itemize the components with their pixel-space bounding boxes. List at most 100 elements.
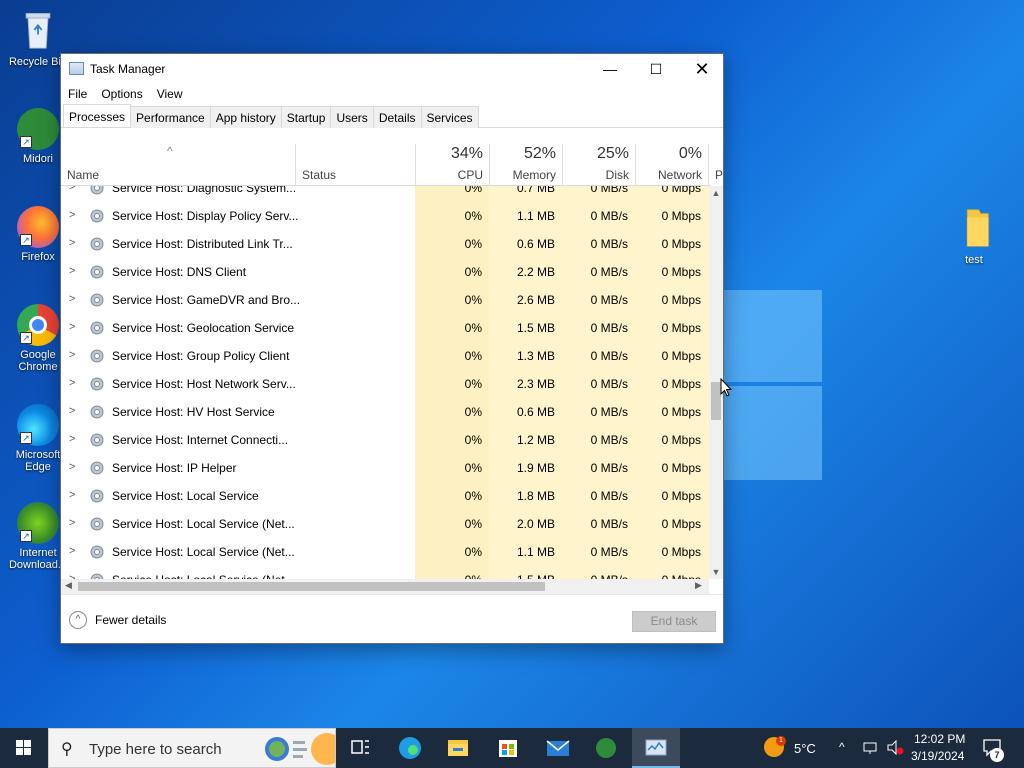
process-row[interactable]: >Service Host: Local Service (Net...0%1.… [61, 538, 709, 566]
network-icon[interactable] [862, 741, 880, 755]
process-row[interactable]: > Service Host: DNS Client 0% 2.2 MB 0 MB/s 0… [61, 258, 709, 286]
shortcut-arrow-icon: ↗ [20, 332, 32, 344]
weather-temperature[interactable]: 5°C [794, 741, 816, 756]
process-name: Service Host: GameDVR and Bro... [112, 293, 301, 307]
tab-users[interactable]: Users [330, 106, 374, 128]
expand-chevron-icon[interactable]: > [69, 461, 75, 473]
expand-chevron-icon[interactable]: > [69, 517, 75, 529]
expand-chevron-icon[interactable]: > [69, 377, 75, 389]
process-row[interactable]: > Service Host: Local Service (Net... 0% 2.… [61, 510, 709, 538]
expand-chevron-icon[interactable]: > [69, 321, 75, 333]
desktop-icon-chrome[interactable]: ↗ Google Chrome [8, 304, 68, 373]
expand-chevron-icon[interactable]: > [69, 349, 75, 361]
task-manager-icon [69, 62, 84, 75]
process-row[interactable]: > Service Host: Internet Connecti... 0% 1.2… [61, 426, 709, 454]
column-header-status[interactable]: Status [295, 144, 415, 186]
process-row[interactable]: > Service Host: Group Policy Client 0% 1.3 … [61, 342, 709, 370]
taskbar-file-explorer[interactable] [434, 728, 482, 768]
process-row[interactable]: > Service Host: Diagnostic System... 0% 0.7… [61, 186, 709, 202]
volume-muted-icon[interactable] [886, 740, 904, 756]
horizontal-scroll-thumb[interactable] [78, 582, 545, 591]
tab-app-history[interactable]: App history [209, 106, 282, 128]
process-disk: 0 MB/s [590, 349, 628, 363]
column-header-network[interactable]: 0% Network [635, 144, 708, 186]
process-row[interactable]: >Service Host: Local Service (Net...0%1.… [61, 566, 709, 579]
start-button[interactable] [0, 728, 48, 768]
taskbar-midori[interactable] [582, 728, 630, 768]
menu-options[interactable]: Options [101, 84, 142, 104]
expand-chevron-icon[interactable]: > [69, 237, 75, 249]
service-gear-icon [89, 264, 105, 280]
clock-time[interactable]: 12:02 PM [914, 732, 965, 746]
menu-view[interactable]: View [157, 84, 183, 104]
horizontal-scrollbar[interactable]: ◀ ▶ [61, 579, 709, 594]
weather-badge: 1 [776, 736, 786, 746]
taskbar-task-manager[interactable] [632, 728, 680, 768]
scroll-left-icon[interactable]: ◀ [65, 580, 72, 591]
taskbar: ⚲ Type here to search 1 5°C ^ 12:02 PM 3… [0, 728, 1024, 768]
expand-chevron-icon[interactable]: > [69, 293, 75, 305]
desktop-icon-midori[interactable]: ↗ Midori [8, 108, 68, 165]
expand-chevron-icon[interactable]: > [69, 489, 75, 501]
expand-chevron-icon[interactable]: > [69, 209, 75, 221]
show-hidden-icons-chevron-icon[interactable]: ^ [839, 740, 845, 754]
column-header-disk[interactable]: 25% Disk [562, 144, 635, 186]
menu-file[interactable]: File [68, 84, 87, 104]
desktop-icon-firefox[interactable]: ↗ Firefox [8, 206, 68, 263]
expand-chevron-icon[interactable]: > [69, 405, 75, 417]
tab-processes[interactable]: Processes [63, 104, 132, 127]
process-row[interactable]: > Service Host: Local Service 0% 1.8 MB 0 MB… [61, 482, 709, 510]
taskbar-edge[interactable] [386, 728, 434, 768]
taskbar-store[interactable] [484, 728, 532, 768]
process-name: Service Host: Host Network Serv... [112, 377, 296, 391]
tab-startup[interactable]: Startup [280, 106, 332, 128]
taskbar-search-box[interactable]: ⚲ Type here to search [48, 728, 336, 768]
process-row[interactable]: > Service Host: Distributed Link Tr... 0% 0… [61, 230, 709, 258]
column-header-memory[interactable]: 52% Memory [489, 144, 562, 186]
desktop-icon-test-folder[interactable]: test [944, 206, 1004, 266]
scroll-down-icon[interactable]: ▼ [709, 567, 723, 577]
process-row[interactable]: > Service Host: Display Policy Serv... 0% 1… [61, 202, 709, 230]
tab-details[interactable]: Details [372, 106, 422, 128]
minimize-button[interactable]: — [587, 54, 633, 84]
tab-performance[interactable]: Performance [130, 106, 211, 128]
expand-chevron-icon[interactable]: > [69, 433, 75, 445]
tab-services[interactable]: Services [420, 106, 479, 128]
cpu-total-percent: 34% [450, 145, 483, 162]
shortcut-arrow-icon: ↗ [20, 234, 32, 246]
file-explorer-icon [448, 740, 468, 756]
process-cpu: 0% [464, 461, 482, 475]
process-row[interactable]: > Service Host: GameDVR and Bro... 0% 2.6 M… [61, 286, 709, 314]
task-view-button[interactable] [336, 728, 384, 768]
process-network: 0 Mbps [661, 517, 701, 531]
process-row[interactable]: > Service Host: HV Host Service 0% 0.6 MB 0 … [61, 398, 709, 426]
column-header-cpu[interactable]: 34% CPU [415, 144, 489, 186]
service-gear-icon [89, 292, 105, 308]
expand-chevron-icon[interactable]: > [69, 265, 75, 277]
maximize-button[interactable]: ☐ [633, 54, 679, 84]
process-row[interactable]: > Service Host: Geolocation Service 0% 1.5 … [61, 314, 709, 342]
column-label: Name [67, 168, 100, 182]
scroll-up-icon[interactable]: ▲ [709, 188, 723, 198]
tab-strip: Processes Performance App history Startu… [61, 104, 723, 128]
process-network: 0 Mbps [661, 265, 701, 279]
service-gear-icon [89, 186, 105, 196]
clock-date[interactable]: 3/19/2024 [911, 749, 964, 763]
end-task-button[interactable]: End task [632, 611, 716, 632]
column-header-name[interactable]: ^ Name [61, 144, 295, 186]
desktop-icon-recycle-bin[interactable]: Recycle Bin [8, 8, 68, 68]
title-bar[interactable]: Task Manager — ☐ ✕ [61, 54, 723, 84]
expand-chevron-icon[interactable]: > [69, 186, 75, 193]
column-header-power[interactable]: P [708, 144, 724, 186]
close-button[interactable]: ✕ [679, 54, 725, 84]
scroll-right-icon[interactable]: ▶ [695, 580, 702, 591]
process-name: Service Host: Geolocation Service [112, 321, 295, 335]
fewer-details-button[interactable]: ^ Fewer details [69, 611, 166, 629]
desktop-icon-internet-download-manager[interactable]: ↗ Internet Download... [8, 502, 68, 571]
chevron-up-icon: ^ [69, 611, 87, 629]
process-row[interactable]: > Service Host: IP Helper 0% 1.9 MB 0 MB/s 0 … [61, 454, 709, 482]
process-row[interactable]: > Service Host: Host Network Serv... 0% 2.3… [61, 370, 709, 398]
taskbar-mail[interactable] [534, 728, 582, 768]
expand-chevron-icon[interactable]: > [69, 545, 75, 557]
desktop-icon-edge[interactable]: ↗ Microsoft Edge [8, 404, 68, 473]
